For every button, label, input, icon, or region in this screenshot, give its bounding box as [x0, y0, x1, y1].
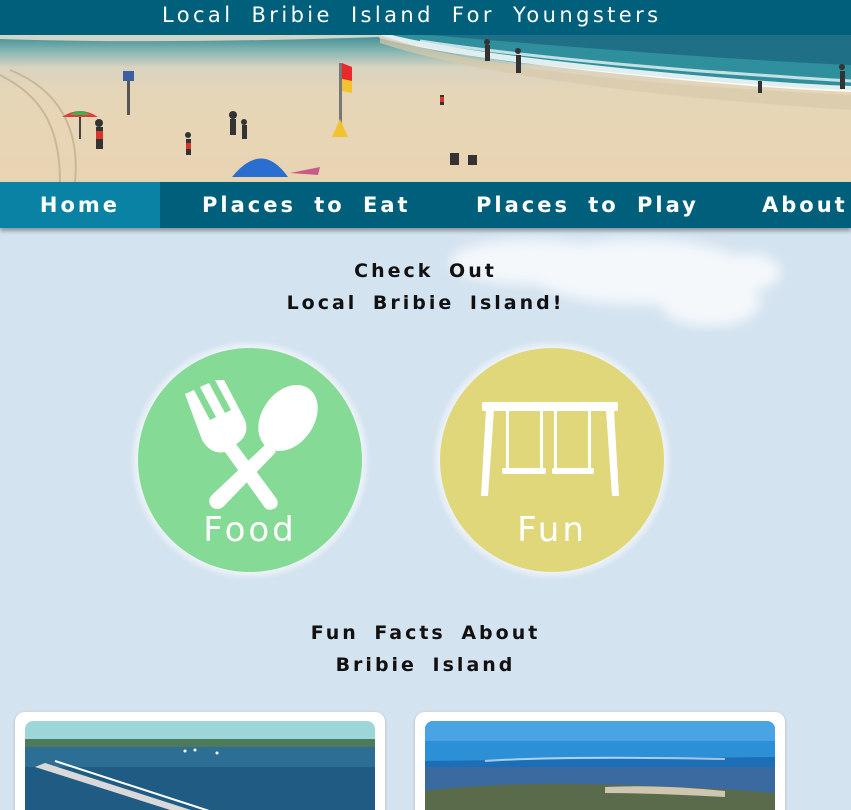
bridge-photo: [25, 721, 375, 810]
nav-places-to-eat[interactable]: Places to Eat: [202, 182, 411, 228]
beach-illustration: [0, 35, 851, 182]
fun-category-button[interactable]: Fun: [432, 340, 672, 580]
swing-set-icon: [481, 402, 619, 496]
nav-places-to-play[interactable]: Places to Play: [476, 182, 699, 228]
facts-heading: Fun Facts About Bribie Island: [0, 617, 851, 681]
hero-beach-image: [0, 35, 851, 182]
facts-line-1: Fun Facts About: [310, 622, 541, 644]
facts-line-2: Bribie Island: [335, 654, 516, 676]
fact-card[interactable]: [15, 712, 385, 810]
nav-about[interactable]: About: [762, 182, 848, 228]
main-nav: Home Places to Eat Places to Play About: [0, 182, 851, 228]
food-category-button[interactable]: Food: [130, 340, 370, 580]
aerial-island-photo: [425, 721, 775, 810]
nav-home[interactable]: Home: [0, 182, 160, 228]
intro-line-1: Check Out: [354, 260, 497, 282]
fun-label: Fun: [517, 510, 587, 550]
site-title: Local Bribie Island For Youngsters: [162, 3, 662, 27]
header-bar: Local Bribie Island For Youngsters: [0, 0, 851, 35]
fact-card[interactable]: [415, 712, 785, 810]
food-label: Food: [203, 510, 297, 550]
intro-heading: Check Out Local Bribie Island!: [0, 255, 851, 319]
fork-spoon-icon: [185, 380, 318, 510]
intro-line-2: Local Bribie Island!: [286, 292, 565, 314]
